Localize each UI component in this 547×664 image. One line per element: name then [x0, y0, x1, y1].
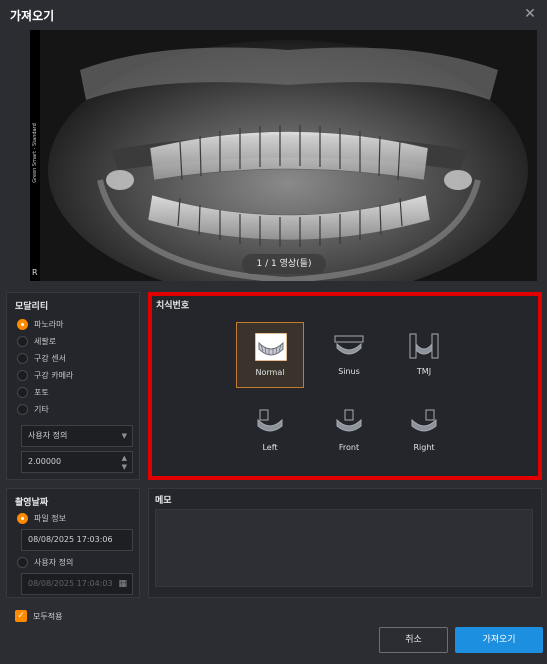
calendar-icon[interactable]: ▦ [118, 574, 127, 594]
radio-icon [17, 352, 28, 364]
memo-panel: 메모 [148, 488, 542, 598]
radio-selected-icon [17, 318, 28, 330]
tooth-option-label: Front [338, 443, 360, 452]
modality-option-label: 기타 [34, 404, 49, 414]
tooth-option-label: Sinus [338, 367, 360, 376]
radio-icon [17, 556, 28, 568]
capture-date-panel: 촬영날짜 파일 정보 08/08/2025 17:03:06 사용자 정의 08… [6, 488, 140, 598]
modality-spinner-value: 2.00000 [28, 457, 62, 466]
tooth-number-panel: 치식번호 Normal Sinus TMJ Left Front Right [148, 292, 542, 480]
radio-icon [17, 369, 28, 381]
apply-all-label: 모두적용 [33, 612, 63, 621]
date-option-label: 사용자 정의 [34, 557, 74, 567]
sinus-jaw-icon [334, 335, 364, 355]
tooth-option-label: Normal [255, 368, 285, 377]
memo-title: 메모 [155, 496, 172, 506]
modality-option-label: 포토 [34, 387, 49, 397]
modality-option-label: 세팔로 [34, 336, 57, 346]
xray-side-strip: Green Smart - Standard R [30, 30, 40, 281]
file-info-date-value: 08/08/2025 17:03:06 [28, 535, 113, 544]
tooth-number-title: 치식번호 [156, 301, 190, 311]
tooth-option-right[interactable]: Right [390, 398, 458, 464]
title-bar: 가져오기 ✕ [0, 0, 547, 30]
modality-option-label: 파노라마 [34, 319, 64, 329]
memo-textarea[interactable] [155, 509, 533, 587]
front-jaw-icon [336, 409, 362, 432]
capture-date-title: 촬영날짜 [15, 498, 49, 508]
tmj-jaw-icon [409, 333, 439, 359]
custom-date-field: 08/08/2025 17:04:03 ▦ [21, 573, 133, 595]
tooth-option-normal[interactable]: Normal [236, 322, 304, 388]
custom-date-value: 08/08/2025 17:04:03 [28, 579, 113, 588]
modality-spinner[interactable]: 2.00000 ▲ ▼ [21, 451, 133, 473]
modality-option-panorama[interactable]: 파노라마 [17, 317, 63, 331]
cancel-button[interactable]: 취소 [379, 627, 448, 653]
panoramic-xray-image [40, 30, 537, 281]
apply-all-checkbox[interactable]: ✓ [15, 610, 27, 622]
modality-panel: 모달리티 파노라마 세팔로 구강 센서 구강 카메라 포토 기타 사용자 정의 … [6, 292, 140, 480]
date-option-custom[interactable]: 사용자 정의 [17, 555, 73, 569]
tooth-option-label: Left [262, 443, 278, 452]
radio-icon [17, 386, 28, 398]
tooth-option-tmj[interactable]: TMJ [390, 322, 458, 388]
tooth-option-sinus[interactable]: Sinus [315, 322, 383, 388]
side-marker: R [32, 268, 38, 277]
radio-icon [17, 335, 28, 347]
radio-selected-icon [17, 512, 28, 524]
modality-option-other[interactable]: 기타 [17, 402, 49, 416]
right-jaw-icon [411, 409, 437, 432]
modality-option-intraoral-camera[interactable]: 구강 카메라 [17, 368, 73, 382]
left-jaw-icon [257, 409, 283, 432]
chevron-down-icon: ▼ [121, 432, 127, 440]
tooth-option-label: Right [413, 443, 435, 452]
window-title: 가져오기 [10, 9, 55, 23]
modality-option-cephalo[interactable]: 세팔로 [17, 334, 56, 348]
modality-option-label: 구강 카메라 [34, 370, 74, 380]
spinner-arrows-icon[interactable]: ▲ ▼ [122, 454, 127, 472]
modality-option-intraoral-sensor[interactable]: 구강 센서 [17, 351, 66, 365]
close-icon[interactable]: ✕ [521, 5, 539, 23]
modality-dropdown-value: 사용자 정의 [28, 431, 68, 440]
modality-title: 모달리티 [15, 302, 49, 312]
xray-strip-label: Green Smart - Standard [32, 123, 38, 183]
modality-dropdown[interactable]: 사용자 정의 ▼ [21, 425, 133, 447]
modality-option-photo[interactable]: 포토 [17, 385, 49, 399]
tooth-option-left[interactable]: Left [236, 398, 304, 464]
import-button[interactable]: 가져오기 [455, 627, 543, 653]
date-option-label: 파일 정보 [34, 513, 66, 523]
normal-jaw-icon [255, 333, 287, 361]
tooth-option-label: TMJ [416, 367, 432, 376]
image-counter: 1 / 1 영상(들) [242, 254, 326, 274]
radio-icon [17, 403, 28, 415]
modality-option-label: 구강 센서 [34, 353, 66, 363]
file-info-date-field[interactable]: 08/08/2025 17:03:06 [21, 529, 133, 551]
date-option-file-info[interactable]: 파일 정보 [17, 511, 66, 525]
tooth-option-front[interactable]: Front [315, 398, 383, 464]
xray-viewer[interactable]: Green Smart - Standard R 1 / 1 영상(들) [30, 30, 537, 281]
